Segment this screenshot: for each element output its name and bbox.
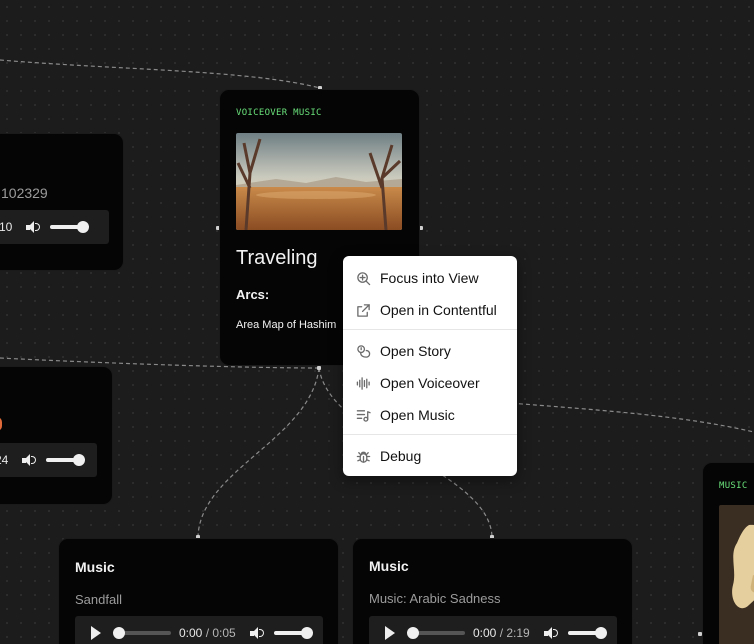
- card-title: Music: [75, 559, 115, 575]
- node-title: Traveling: [236, 247, 318, 269]
- volume-icon[interactable]: [26, 221, 41, 233]
- time-display: 0:00 / 2:19: [473, 626, 530, 640]
- volume-slider[interactable]: [273, 627, 313, 639]
- node-id-text: 102329: [1, 185, 48, 201]
- node-kicker: MUSIC: [719, 481, 748, 491]
- arcs-label: Arcs:: [236, 287, 270, 302]
- audio-player[interactable]: 0:00 / 0:05: [75, 616, 323, 644]
- menu-separator: [343, 434, 517, 435]
- play-icon[interactable]: [91, 626, 101, 640]
- arcs-value: Area Map of Hashim: [236, 319, 337, 331]
- play-icon[interactable]: [385, 626, 395, 640]
- menu-item-open-story[interactable]: Open Story: [343, 336, 517, 366]
- volume-icon[interactable]: [22, 454, 37, 466]
- seek-slider[interactable]: [407, 627, 465, 639]
- volume-slider[interactable]: [46, 454, 86, 466]
- volume-icon[interactable]: [249, 627, 264, 639]
- menu-item-label: Open Story: [380, 343, 451, 359]
- edge-handle[interactable]: [317, 366, 321, 370]
- zoom-in-icon: [357, 272, 371, 286]
- menu-item-label: Focus into View: [380, 270, 479, 286]
- audio-player[interactable]: 24: [0, 443, 97, 477]
- bug-icon: [356, 451, 371, 463]
- music-node-right[interactable]: MUSIC: [702, 462, 754, 644]
- menu-item-label: Debug: [380, 448, 422, 464]
- story-icon: [357, 345, 371, 358]
- voiceover-node-left-top[interactable]: 102329 0:10: [0, 133, 124, 271]
- menu-item-open-music[interactable]: Open Music: [343, 400, 517, 430]
- accent-glyph: [0, 417, 2, 431]
- music-node-sandfall[interactable]: Music Sandfall 0:00 / 0:05: [58, 538, 339, 644]
- card-subtitle: Music: Arabic Sadness: [369, 591, 501, 606]
- menu-item-debug[interactable]: Debug: [343, 441, 517, 471]
- edge-main-to-music-1: [197, 367, 320, 538]
- music-list-icon: [356, 410, 371, 422]
- external-link-icon: [357, 304, 370, 317]
- edge-top-to-main: [0, 59, 321, 89]
- desert-thumbnail-image: [236, 133, 402, 230]
- audio-player[interactable]: 0:00 / 2:19: [369, 616, 617, 644]
- menu-item-open-voiceover[interactable]: Open Voiceover: [343, 368, 517, 398]
- card-title: Music: [369, 558, 409, 574]
- audio-waveform-icon: [356, 377, 370, 390]
- menu-item-open-in-contentful[interactable]: Open in Contentful: [343, 295, 517, 325]
- volume-slider[interactable]: [567, 627, 607, 639]
- voiceover-node-left-bottom[interactable]: 24: [0, 366, 113, 505]
- time-display: 0:10: [0, 220, 13, 234]
- volume-slider[interactable]: [50, 221, 90, 233]
- menu-item-label: Open Voiceover: [380, 375, 480, 391]
- card-subtitle: Sandfall: [75, 592, 122, 607]
- music-node-arabic-sadness[interactable]: Music Music: Arabic Sadness 0:00 / 2:19: [352, 538, 633, 644]
- menu-item-focus-into-view[interactable]: Focus into View: [343, 263, 517, 293]
- time-display: 0:00 / 0:05: [179, 626, 236, 640]
- seek-slider[interactable]: [113, 627, 171, 639]
- audio-player[interactable]: 0:10: [0, 210, 109, 244]
- context-menu: Focus into View Open in Contentful Open …: [343, 256, 517, 476]
- menu-separator: [343, 329, 517, 330]
- node-kicker: VOICEOVER MUSIC: [236, 108, 322, 118]
- menu-item-label: Open Music: [380, 407, 455, 423]
- map-thumbnail-image: [719, 505, 754, 644]
- volume-icon[interactable]: [543, 627, 558, 639]
- menu-item-label: Open in Contentful: [380, 302, 497, 318]
- time-display: 24: [0, 453, 9, 467]
